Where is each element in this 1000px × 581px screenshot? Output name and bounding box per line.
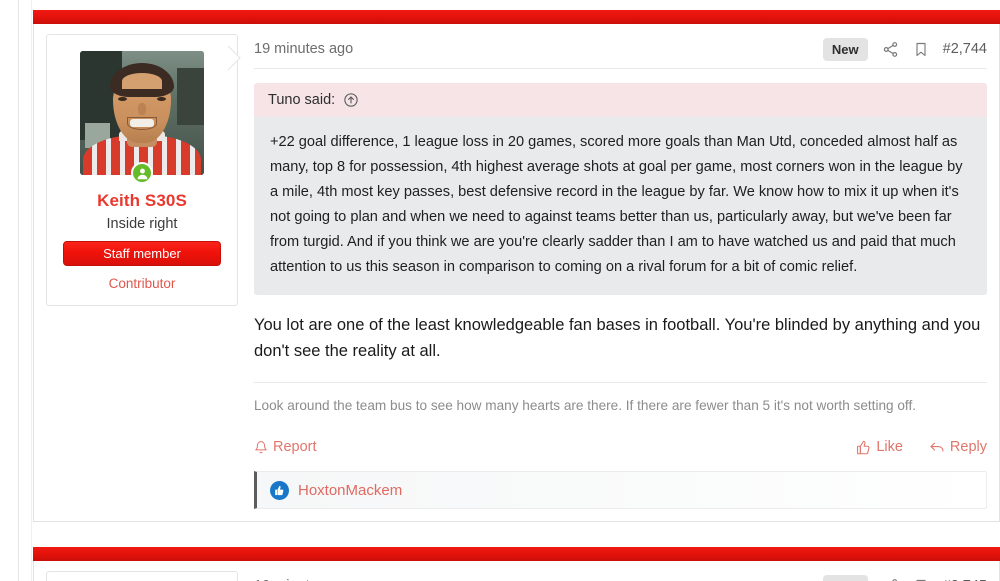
post-user-title: Inside right [106, 216, 178, 232]
user-info-box-next [46, 571, 238, 581]
bookmark-icon-next[interactable] [913, 578, 929, 581]
bookmark-icon[interactable] [913, 41, 929, 58]
quote-attribution: Tuno said: [268, 92, 336, 108]
reactions-bar: HoxtonMackem [254, 471, 987, 509]
share-icon-next[interactable] [882, 578, 899, 581]
avatar-wrapper [80, 51, 204, 184]
post-article-next: 19 minutes ago New [33, 547, 1000, 581]
post-header-actions-next: New [822, 574, 987, 581]
reply-label: Reply [949, 439, 987, 455]
like-reaction-icon [270, 480, 289, 500]
post-article: Keith S30S Inside right Staff member Con… [33, 10, 1000, 522]
post-header: 19 minutes ago New #2,744 [254, 34, 987, 64]
report-label: Report [273, 439, 317, 455]
forum-thread-page: Keith S30S Inside right Staff member Con… [0, 0, 1000, 581]
post-signature: Look around the team bus to see how many… [254, 398, 917, 413]
post-card-next: 19 minutes ago New [33, 561, 1000, 581]
staff-member-badge[interactable]: Staff member [63, 241, 221, 266]
post-message-column: 19 minutes ago New #2,744 Tuno said: +22… [238, 34, 987, 509]
reply-button[interactable]: Reply [929, 439, 987, 455]
avatar-photo-nose [138, 103, 146, 115]
post-actions-bar: Report Like Reply [254, 439, 987, 455]
page-gutter-line-inner [31, 0, 32, 581]
signature-divider [254, 382, 987, 383]
share-icon[interactable] [882, 41, 899, 58]
page-gutter-line-outer [18, 0, 19, 581]
avatar-photo-bg-dark-right [176, 68, 204, 126]
new-badge: New [822, 37, 868, 61]
post-card: Keith S30S Inside right Staff member Con… [33, 24, 1000, 522]
like-label: Like [876, 439, 903, 455]
post-header-divider [254, 68, 987, 69]
user-info-box: Keith S30S Inside right Staff member Con… [46, 34, 238, 306]
online-user-icon [131, 162, 153, 184]
post-user-column: Keith S30S Inside right Staff member Con… [46, 34, 238, 509]
online-user-glyph [137, 168, 147, 179]
contributor-label[interactable]: Contributor [57, 276, 227, 291]
circle-up-arrow-icon[interactable] [343, 92, 359, 108]
post-user-column-next [46, 571, 238, 581]
post-body-text: You lot are one of the least knowledgeab… [254, 316, 981, 360]
like-reaction-glyph [275, 485, 284, 495]
post-actions-right: Like Reply [856, 439, 987, 455]
reaction-user-list[interactable]: HoxtonMackem [298, 482, 402, 499]
avatar-photo-left-eye [118, 97, 127, 101]
avatar[interactable] [80, 51, 204, 175]
post-top-accent-bar-next [33, 547, 1000, 561]
quote-text: +22 goal difference, 1 league loss in 20… [254, 117, 987, 295]
post-header-actions: New #2,744 [822, 37, 987, 61]
reply-arrow-icon [929, 440, 945, 455]
bell-icon [254, 440, 268, 455]
post-header-next: 19 minutes ago New [254, 571, 987, 581]
quote-block: Tuno said: +22 goal difference, 1 league… [254, 83, 987, 295]
avatar-photo-teeth [130, 119, 154, 127]
post-username[interactable]: Keith S30S [57, 191, 227, 211]
new-badge-next: New [822, 574, 868, 581]
thumbs-up-icon [856, 440, 871, 455]
post-number[interactable]: #2,744 [943, 41, 987, 57]
post-message-column-next: 19 minutes ago New [238, 571, 987, 581]
avatar-photo-right-eye [157, 97, 166, 101]
report-button[interactable]: Report [254, 439, 317, 455]
speech-bubble-arrow [228, 45, 248, 71]
like-button[interactable]: Like [856, 439, 903, 455]
post-timestamp[interactable]: 19 minutes ago [254, 41, 353, 57]
post-top-accent-bar [33, 10, 1000, 24]
quote-attribution-bar: Tuno said: [254, 83, 987, 117]
avatar-photo-forehead [122, 73, 162, 89]
